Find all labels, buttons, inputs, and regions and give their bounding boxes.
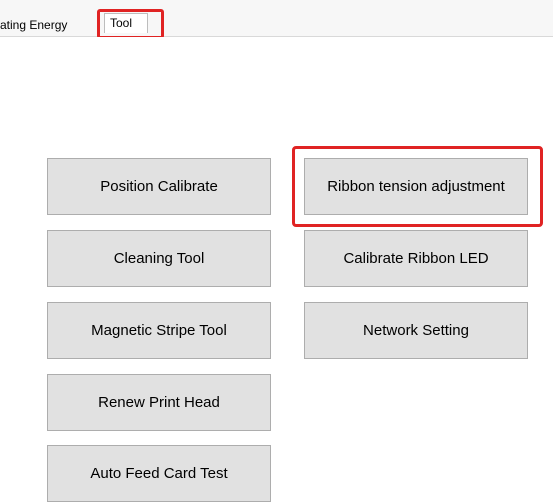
renew-print-head-button[interactable]: Renew Print Head (47, 374, 271, 431)
magnetic-stripe-tool-button[interactable]: Magnetic Stripe Tool (47, 302, 271, 359)
cleaning-tool-button[interactable]: Cleaning Tool (47, 230, 271, 287)
tab-strip: ating Energy Tool (0, 0, 553, 39)
auto-feed-card-test-button[interactable]: Auto Feed Card Test (47, 445, 271, 502)
position-calibrate-button[interactable]: Position Calibrate (47, 158, 271, 215)
tab-tool[interactable]: Tool (104, 13, 148, 33)
calibrate-ribbon-led-button[interactable]: Calibrate Ribbon LED (304, 230, 528, 287)
ribbon-tension-adjustment-button[interactable]: Ribbon tension adjustment (304, 158, 528, 215)
tab-heating-energy[interactable]: ating Energy (0, 17, 67, 33)
network-setting-button[interactable]: Network Setting (304, 302, 528, 359)
